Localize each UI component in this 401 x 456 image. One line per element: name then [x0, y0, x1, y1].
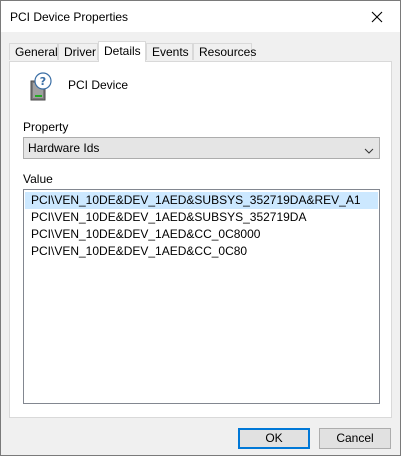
close-icon	[371, 11, 383, 22]
property-label: Property	[23, 120, 69, 134]
device-question-icon: ?	[27, 72, 55, 102]
details-panel: ? PCI Device Property Hardware Ids Value…	[9, 61, 392, 418]
cancel-button[interactable]: Cancel	[319, 428, 391, 449]
list-item[interactable]: PCI\VEN_10DE&DEV_1AED&CC_0C80	[25, 243, 378, 260]
window-title: PCI Device Properties	[10, 10, 129, 24]
tab-resources[interactable]: Resources	[193, 43, 256, 60]
list-item[interactable]: PCI\VEN_10DE&DEV_1AED&SUBSYS_352719DA	[25, 209, 378, 226]
value-label: Value	[23, 172, 53, 186]
svg-text:?: ?	[40, 75, 46, 88]
tab-general[interactable]: General	[9, 43, 58, 60]
device-name: PCI Device	[68, 78, 129, 92]
value-listbox[interactable]: PCI\VEN_10DE&DEV_1AED&SUBSYS_352719DA&RE…	[23, 189, 380, 404]
property-selected-value: Hardware Ids	[28, 141, 100, 155]
title-bar: PCI Device Properties	[1, 1, 400, 32]
chevron-down-icon	[364, 144, 374, 158]
list-item[interactable]: PCI\VEN_10DE&DEV_1AED&CC_0C8000	[25, 226, 378, 243]
tab-driver[interactable]: Driver	[58, 43, 98, 60]
properties-dialog: PCI Device Properties General Driver Det…	[0, 0, 401, 456]
list-item[interactable]: PCI\VEN_10DE&DEV_1AED&SUBSYS_352719DA&RE…	[25, 192, 378, 209]
close-button[interactable]	[354, 1, 400, 32]
tab-details[interactable]: Details	[98, 41, 146, 62]
property-select[interactable]: Hardware Ids	[23, 137, 380, 159]
tab-events[interactable]: Events	[146, 43, 193, 60]
ok-button[interactable]: OK	[238, 428, 310, 449]
